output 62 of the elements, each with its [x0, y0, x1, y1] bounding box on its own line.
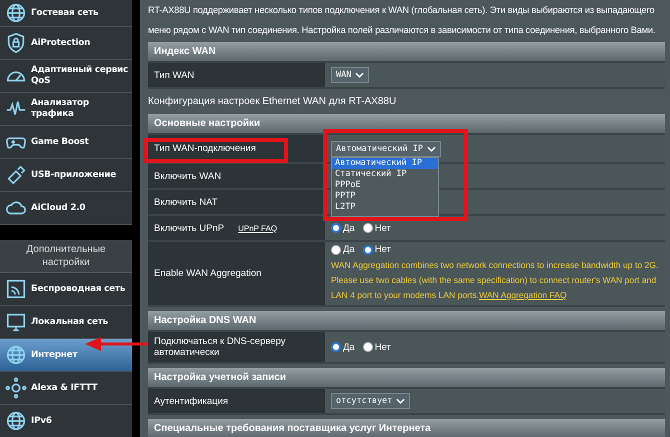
- sidebar-item[interactable]: Game Boost: [0, 126, 132, 159]
- radio-label: Да: [343, 222, 355, 234]
- monitor-icon: [5, 311, 27, 333]
- config-caption: Конфигурация настроек Ethernet WAN для RT-AX88U: [148, 95, 398, 109]
- pointer-arrow: [85, 337, 147, 351]
- dropdown-option[interactable]: Автоматический IP: [332, 158, 438, 168]
- field-label: Тип WAN-подключения: [154, 143, 256, 154]
- sidebar-item[interactable]: Alexa & IFTTT: [0, 372, 132, 405]
- sidebar-item[interactable]: USB-приложение: [0, 159, 132, 192]
- globe-icon: [5, 344, 27, 366]
- field-label: Аутентификация: [154, 396, 228, 406]
- dropdown-option[interactable]: PPPoE: [332, 180, 438, 190]
- field-label: Включить NAT: [154, 196, 218, 208]
- radio-button[interactable]: [362, 342, 373, 352]
- usb-stick-icon: [5, 164, 27, 186]
- sidebar-item[interactable]: Гостевая сеть: [0, 0, 132, 27]
- radio-button[interactable]: [331, 244, 341, 254]
- dropdown-option[interactable]: PPTP: [332, 190, 438, 202]
- sidebar-item[interactable]: Адаптивный сервис QoS: [0, 60, 132, 93]
- radio-label: Да: [343, 342, 355, 352]
- radio-label: Нет: [374, 222, 391, 234]
- globe-icon: [5, 2, 27, 24]
- dropdown-option[interactable]: L2TP: [332, 202, 438, 212]
- field-label: Enable WAN Aggregation: [154, 268, 262, 279]
- sidebar-section-title: Дополнительные настройки: [0, 240, 132, 273]
- shield-lock-icon: [5, 32, 27, 54]
- sidebar-item[interactable]: AiCloud 2.0: [0, 192, 132, 225]
- radio-button[interactable]: [331, 342, 341, 352]
- sidebar-item[interactable]: Анализатор трафика: [0, 93, 132, 126]
- sidebar-item[interactable]: AiProtection: [0, 27, 132, 60]
- dropdown-select[interactable]: WAN: [331, 67, 370, 83]
- chevron-icon: [355, 72, 364, 78]
- dropdown-select[interactable]: отсутствует: [331, 393, 410, 409]
- faq-link[interactable]: WAN Aggregation FAQ: [479, 290, 567, 300]
- section-header: Специальные требования поставщика услуг Интернета: [148, 419, 665, 437]
- intro-text: RT-AX88U поддерживает несколько типов подключения к WAN (глобальная сеть). Эти виды выбираются из выпадающего меню рядом с WAN тип соединения. Настройка полей различаются в зависимости от типа соединения, выбранного Вами.: [148, 4, 656, 37]
- faq-link[interactable]: UPnP FAQ: [238, 224, 278, 232]
- chevron-icon: [427, 146, 436, 152]
- sidebar-item[interactable]: Интернет: [0, 339, 132, 372]
- radio-label: Да: [343, 244, 355, 255]
- globe-icon: [5, 410, 27, 432]
- radio-label: Нет: [374, 342, 391, 352]
- radio-button[interactable]: [362, 223, 373, 233]
- field-label: Включить UPnP: [154, 222, 224, 234]
- aggregation-note: WAN Aggregation combines two network connections to increase bandwidth up to 2G. Please use two cables (with the same specification) to connect router's WAN port and LAN 4 port to your modems LAN ports.WAN Aggregation FAQ: [331, 259, 659, 302]
- section-header: Основные настройки: [148, 114, 665, 133]
- section-header: Индекс WAN: [148, 42, 665, 61]
- radio-button[interactable]: [362, 244, 373, 254]
- wireless-icon: [5, 278, 27, 300]
- sidebar-item[interactable]: IPv6: [0, 405, 132, 437]
- field-label: Тип WAN: [154, 70, 194, 80]
- chevron-icon: [396, 398, 406, 404]
- section-header: Настройка DNS WAN: [148, 311, 665, 330]
- dropdown-select[interactable]: Автоматический IP: [331, 140, 441, 156]
- sidebar-item[interactable]: Беспроводная сеть: [0, 273, 132, 306]
- field-label: Подключаться к DNS-серверу автоматически: [154, 336, 287, 358]
- section-header: Настройка учетной записи: [148, 368, 665, 387]
- dropdown-option[interactable]: Статический IP: [332, 168, 438, 180]
- radio-button[interactable]: [331, 223, 341, 233]
- radio-label: Нет: [374, 244, 391, 255]
- network-dots-icon: [5, 377, 27, 399]
- field-label: Включить WAN: [154, 170, 222, 182]
